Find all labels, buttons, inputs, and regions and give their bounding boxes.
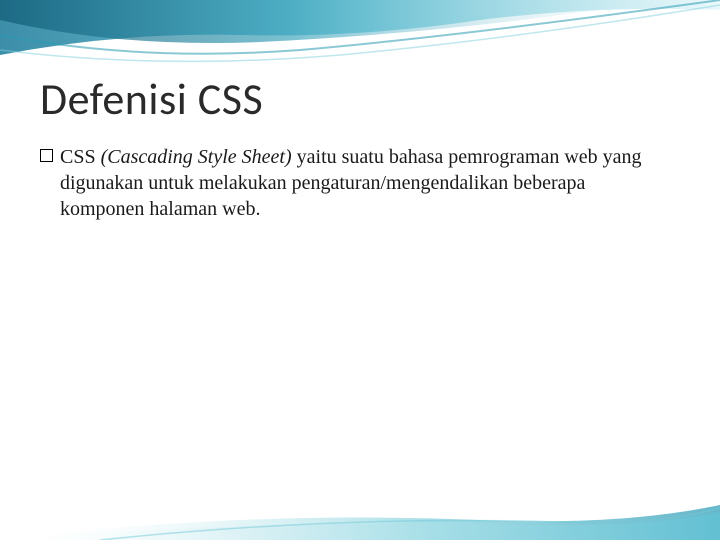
slide-title: Defenisi CSS [40, 72, 680, 126]
slide-content: Defenisi CSS CSS (Cascading Style Sheet)… [0, 0, 720, 262]
slide-body: CSS (Cascading Style Sheet) yaitu suatu … [40, 144, 660, 222]
bullet-lead: CSS [60, 146, 101, 168]
bullet-text: CSS (Cascading Style Sheet) yaitu suatu … [60, 144, 660, 222]
square-bullet-icon [40, 149, 53, 162]
bullet-italic: (Cascading Style Sheet) [101, 146, 297, 168]
decorative-wave-bottom [0, 490, 720, 540]
bullet-item: CSS (Cascading Style Sheet) yaitu suatu … [40, 144, 660, 222]
